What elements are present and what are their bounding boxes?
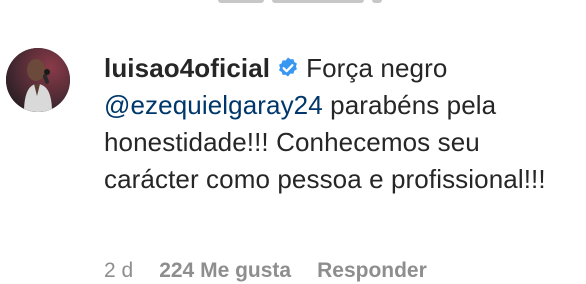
- username-link[interactable]: luisao4oficial: [104, 53, 270, 83]
- comment-footer: 2 d 224 Me gusta Responder: [104, 258, 427, 284]
- likes-count-button[interactable]: 224 Me gusta: [159, 259, 291, 283]
- comment-timestamp[interactable]: 2 d: [104, 259, 133, 283]
- reply-button[interactable]: Responder: [317, 259, 427, 283]
- verified-badge-icon: [276, 53, 300, 77]
- avatar[interactable]: [6, 48, 70, 112]
- mention-link[interactable]: @ezequielgaray24: [104, 90, 323, 120]
- comment-view: luisao4oficial Força negro @ezequielgaray…: [0, 0, 586, 284]
- previous-footer-sliver: [218, 0, 404, 4]
- comment-text-start: Força negro: [306, 53, 448, 83]
- comment-body: luisao4oficial Força negro @ezequielgaray…: [104, 50, 564, 198]
- avatar-photo-icon: [6, 48, 70, 112]
